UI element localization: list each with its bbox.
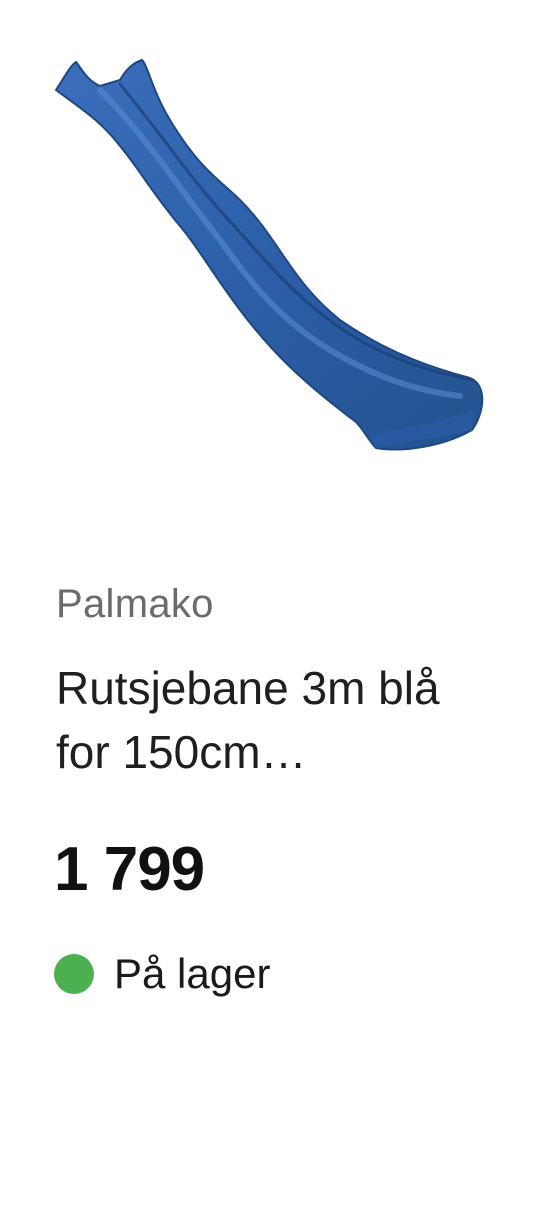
product-price: 1 799 <box>54 835 205 904</box>
in-stock-dot-icon <box>54 954 94 994</box>
brand-name: Palmako <box>56 582 214 626</box>
product-title[interactable]: Rutsjebane 3m blå for 150cm… <box>56 656 476 784</box>
slide-image-icon <box>54 58 484 451</box>
product-card[interactable]: Palmako Rutsjebane 3m blå for 150cm… 1 7… <box>0 0 546 1226</box>
stock-label: På lager <box>114 950 271 997</box>
product-image[interactable] <box>40 50 500 470</box>
stock-status: På lager <box>54 946 270 1002</box>
